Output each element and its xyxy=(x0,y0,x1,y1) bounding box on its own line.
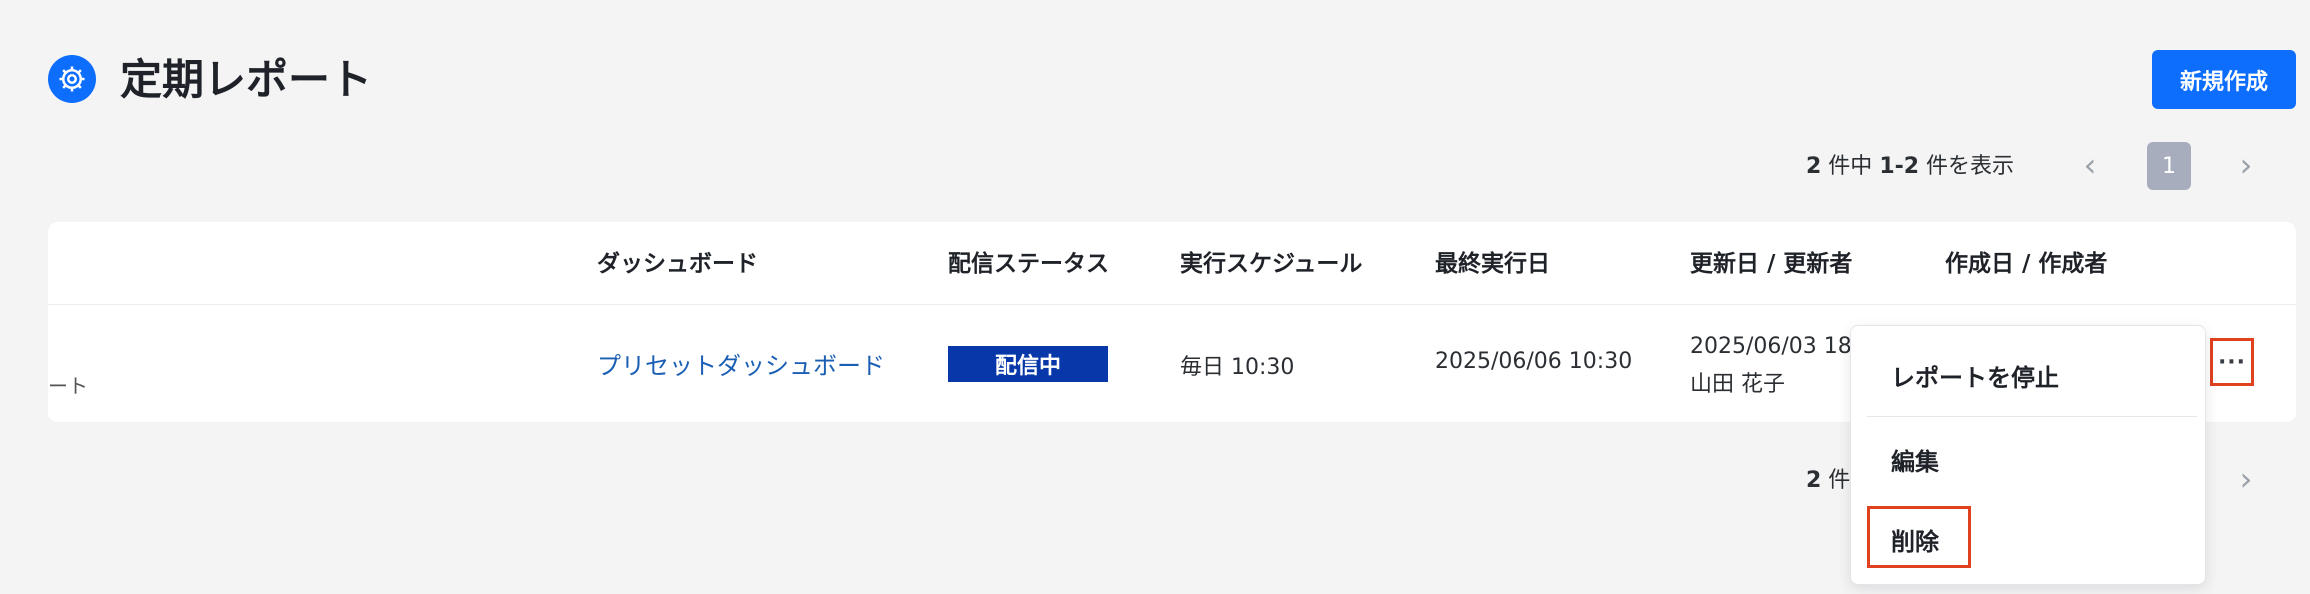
menu-divider xyxy=(1867,416,2197,417)
dashboard-link[interactable]: プリセットダッシュボード xyxy=(597,346,885,381)
column-status[interactable]: 配信ステータス xyxy=(948,244,1109,284)
schedule-cell: 毎日 10:30 xyxy=(1180,355,1295,380)
current-page-button[interactable]: 1 xyxy=(2147,142,2191,190)
next-page-icon-bottom[interactable]: › xyxy=(2228,456,2264,502)
page-title: 定期レポート xyxy=(120,55,373,104)
bottom-total-count: 2 xyxy=(1806,468,1822,493)
menu-item-stop-report[interactable]: レポートを停止 xyxy=(1891,358,2059,393)
column-updated[interactable]: 更新日 / 更新者 xyxy=(1690,244,1852,284)
header-divider xyxy=(48,304,2296,305)
total-count: 2 xyxy=(1806,154,1822,179)
updated-by-cell: 山田 花子 xyxy=(1690,372,1785,397)
pagination-summary-bottom: 2 件 xyxy=(1806,464,1850,498)
menu-item-edit[interactable]: 編集 xyxy=(1891,442,1939,477)
last-run-cell: 2025/06/06 10:30 xyxy=(1435,349,1633,374)
pagination-summary: 2 件中 1-2 件を表示 xyxy=(1806,150,2014,184)
new-report-button[interactable]: 新規作成 xyxy=(2152,50,2296,109)
range-suffix: 件を表示 xyxy=(1919,154,2015,179)
row-actions-menu: レポートを停止 編集 削除 xyxy=(1850,325,2206,585)
report-name[interactable]: ート xyxy=(48,370,88,399)
column-schedule[interactable]: 実行スケジュール xyxy=(1180,244,1362,284)
column-last-run[interactable]: 最終実行日 xyxy=(1435,244,1550,284)
range: 1-2 xyxy=(1879,154,1920,179)
status-badge: 配信中 xyxy=(948,346,1108,382)
row-actions-button[interactable]: ··· xyxy=(2210,338,2254,386)
total-suffix: 件中 xyxy=(1821,154,1880,179)
prev-page-icon[interactable]: ‹ xyxy=(2072,142,2108,188)
menu-item-delete[interactable]: 削除 xyxy=(1891,522,1939,557)
column-dashboard[interactable]: ダッシュボード xyxy=(597,244,758,284)
gear-icon xyxy=(48,55,96,103)
column-created[interactable]: 作成日 / 作成者 xyxy=(1945,244,2107,284)
updated-date-cell: 2025/06/03 18 xyxy=(1690,334,1852,359)
bottom-total-suffix: 件 xyxy=(1821,468,1851,493)
next-page-icon[interactable]: › xyxy=(2228,142,2264,188)
